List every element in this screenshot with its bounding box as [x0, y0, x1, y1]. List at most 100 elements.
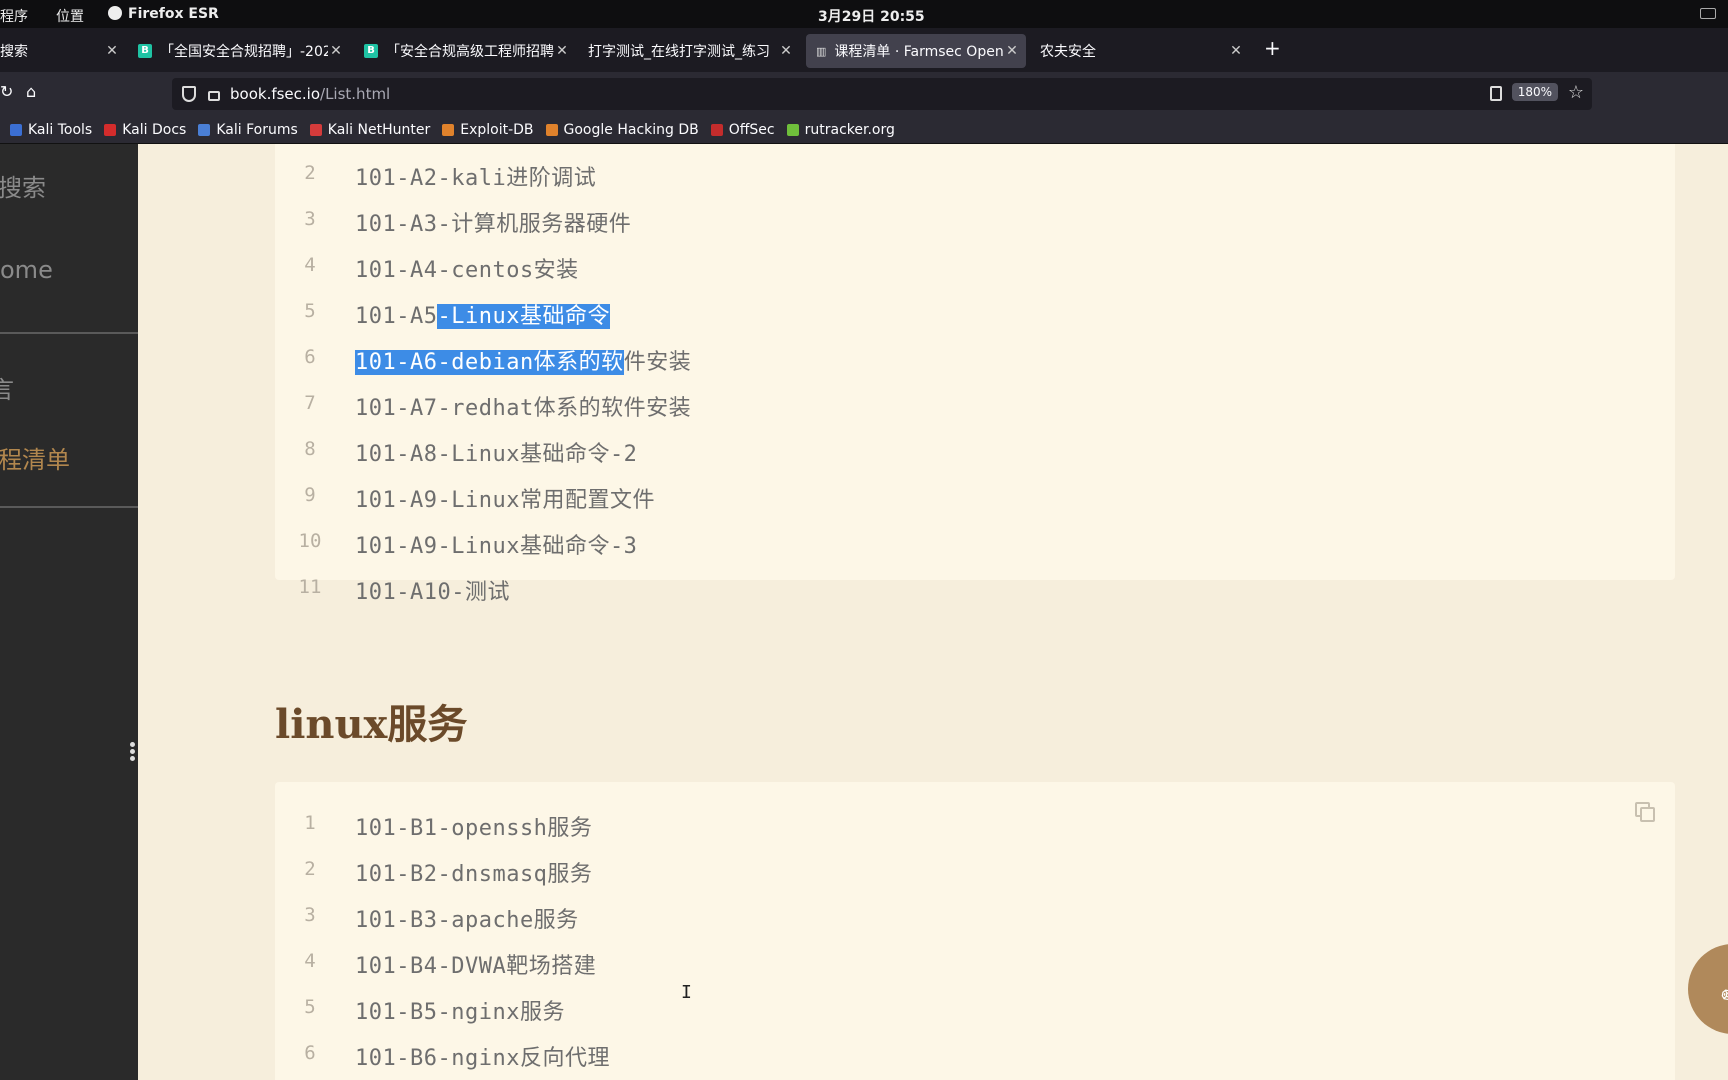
active-app-label: Firefox ESR: [128, 6, 219, 22]
line-text-plain: 101-A9-Linux常用配置文件: [355, 488, 655, 513]
active-app-indicator[interactable]: Firefox ESR: [108, 6, 219, 22]
line-number: 2: [304, 162, 316, 184]
sidebar-item-course-list[interactable]: 课程清单: [0, 440, 70, 475]
line-text[interactable]: 101-B2-dnsmasq服务: [355, 856, 592, 888]
close-icon[interactable]: ✕: [1228, 43, 1244, 59]
line-number: 5: [304, 996, 316, 1018]
kali-forums-icon: [198, 123, 211, 136]
line-text[interactable]: 101-A5-Linux基础命令: [355, 298, 610, 330]
lock-icon[interactable]: [208, 91, 220, 101]
sidebar-divider: [0, 506, 138, 508]
line-number: 11: [298, 576, 322, 598]
line-number: 8: [304, 438, 316, 460]
bookmark-exploit-db[interactable]: Exploit-DB: [442, 122, 534, 138]
line-text[interactable]: 101-B6-nginx反向代理: [355, 1040, 610, 1072]
line-number: 6: [304, 346, 316, 368]
line-text[interactable]: 101-B1-openssh服务: [355, 810, 592, 842]
line-text[interactable]: 101-A8-Linux基础命令-2: [355, 436, 637, 468]
selected-text: -Linux基础命令: [437, 304, 610, 329]
tab-bar: 搜索 ✕ B 「全国安全合规招聘」-2025 ✕ B 「安全合规高级工程师招聘」…: [0, 28, 1728, 72]
code-line: 2 101-A2-kali进阶调试: [275, 152, 1675, 192]
new-tab-button[interactable]: +: [1264, 36, 1281, 60]
line-text-plain: 101-A3-计算机服务器硬件: [355, 212, 632, 237]
tab-1[interactable]: B 「全国安全合规招聘」-2025 ✕: [138, 34, 344, 68]
sidebar-divider: [0, 332, 138, 334]
edit-floating-button[interactable]: ✎: [1688, 944, 1728, 1034]
bookmark-kali-docs[interactable]: Kali Docs: [104, 122, 186, 138]
tab-4-active[interactable]: ▥ 课程清单 · Farmsec Open ✕: [806, 34, 1026, 68]
section-heading: linux服务: [275, 701, 468, 748]
bookmarks-toolbar: Kali Tools Kali Docs Kali Forums Kali Ne…: [0, 116, 1728, 144]
line-text[interactable]: 101-A3-计算机服务器硬件: [355, 206, 631, 238]
line-number: 10: [298, 530, 322, 552]
text-cursor-icon: I: [681, 982, 692, 1003]
bookmark-kali-tools[interactable]: Kali Tools: [10, 122, 92, 138]
url-host: book.fsec.io: [230, 85, 321, 103]
home-icon[interactable]: ⌂: [26, 82, 36, 101]
line-number: 4: [304, 254, 316, 276]
code-line: 8 101-A8-Linux基础命令-2: [275, 428, 1675, 468]
tab-0[interactable]: 搜索 ✕: [0, 34, 120, 68]
line-text[interactable]: 101-A7-redhat体系的软件安装: [355, 390, 691, 422]
applications-menu[interactable]: 程序: [0, 6, 28, 26]
code-line: 3 101-B3-apache服务: [275, 894, 1675, 934]
tab-5[interactable]: 农夫安全 ✕: [1040, 34, 1244, 68]
bookmark-offsec[interactable]: OffSec: [710, 122, 775, 138]
zoom-level-button[interactable]: 180%: [1511, 83, 1558, 101]
tab-2[interactable]: B 「安全合规高级工程师招聘」 ✕: [364, 34, 570, 68]
line-number: 6: [304, 1042, 316, 1064]
exploit-db-icon: [442, 123, 455, 136]
line-text-plain: 101-A7-redhat体系的软件安装: [355, 396, 692, 421]
kali-icon: [10, 123, 22, 136]
line-text[interactable]: 101-A10-测试: [355, 574, 510, 606]
bookmark-star-icon[interactable]: ☆: [1568, 82, 1584, 103]
line-text-plain: 件安装: [623, 350, 692, 375]
reader-view-icon[interactable]: [1490, 86, 1502, 101]
code-line: 4 101-B4-DVWA靶场搭建: [275, 940, 1675, 980]
bookmark-google-hacking-db[interactable]: Google Hacking DB: [545, 122, 699, 138]
bookmark-rutracker[interactable]: rutracker.org: [786, 121, 895, 138]
line-text[interactable]: 101-A6-debian体系的软件安装: [355, 344, 691, 376]
line-number: 5: [304, 300, 316, 322]
sidebar-item-preface[interactable]: 言: [0, 370, 14, 405]
line-text[interactable]: 101-B4-DVWA靶场搭建: [355, 948, 596, 980]
line-text[interactable]: 101-A2-kali进阶调试: [355, 160, 596, 192]
nethunter-icon: [309, 123, 322, 136]
offsec-icon: [710, 123, 723, 136]
reload-icon[interactable]: ↻: [0, 82, 13, 101]
line-text[interactable]: 101-B5-nginx服务: [355, 994, 565, 1026]
bookmark-kali-nethunter[interactable]: Kali NetHunter: [309, 122, 430, 138]
close-icon[interactable]: ✕: [328, 43, 344, 59]
code-line: 6 101-B6-nginx反向代理: [275, 1032, 1675, 1072]
bookmark-label: Kali Tools: [28, 121, 93, 138]
code-block-linux-basics: 2 101-A2-kali进阶调试 3 101-A3-计算机服务器硬件 4 10…: [275, 144, 1675, 605]
close-icon[interactable]: ✕: [554, 43, 570, 59]
kali-docs-icon: [104, 123, 117, 136]
line-text[interactable]: 101-B3-apache服务: [355, 902, 579, 934]
line-text[interactable]: 101-A9-Linux常用配置文件: [355, 482, 655, 514]
pencil-icon: ✎: [1714, 975, 1728, 1020]
code-line: 5 101-B5-nginx服务: [275, 986, 1675, 1026]
close-icon[interactable]: ✕: [104, 43, 120, 59]
line-text[interactable]: 101-A9-Linux基础命令-3: [355, 528, 637, 560]
code-line: 6 101-A6-debian体系的软件安装: [275, 336, 1675, 376]
system-clock[interactable]: 3月29日 20:55: [818, 6, 925, 26]
url-bar[interactable]: book.fsec.io /List.html 180% ☆: [172, 78, 1592, 110]
keyboard-icon[interactable]: [1700, 8, 1716, 19]
tab-title: 「全国安全合规招聘」-2025: [160, 44, 328, 60]
bookmark-kali-forums[interactable]: Kali Forums: [198, 122, 298, 138]
sidebar-item-home[interactable]: ome: [0, 256, 53, 284]
places-menu[interactable]: 位置: [56, 6, 84, 26]
line-number: 3: [304, 208, 316, 230]
tab-3[interactable]: 打字测试_在线打字测试_练习 ✕: [588, 34, 794, 68]
sidebar-resize-handle[interactable]: [130, 742, 135, 762]
close-icon[interactable]: ✕: [1004, 43, 1020, 59]
bookmark-label: rutracker.org: [804, 121, 895, 138]
tracking-protection-icon[interactable]: [182, 86, 196, 102]
code-line: 7 101-A7-redhat体系的软件安装: [275, 382, 1675, 422]
rutracker-icon: [786, 123, 799, 136]
line-number: 3: [304, 904, 316, 926]
line-text[interactable]: 101-A4-centos安装: [355, 252, 579, 284]
close-icon[interactable]: ✕: [778, 43, 794, 59]
sidebar-item-search[interactable]: 本搜索: [0, 168, 46, 203]
